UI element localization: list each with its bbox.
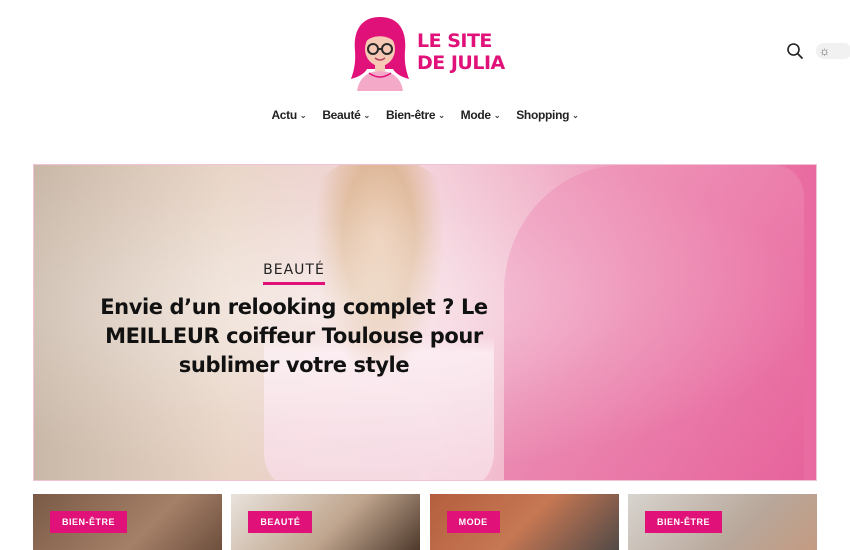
nav-item-beaute[interactable]: Beauté ⌄ xyxy=(322,108,370,122)
logo-wordmark: LE SITE DE JULIA xyxy=(417,30,505,74)
nav-item-actu[interactable]: Actu ⌄ xyxy=(271,108,306,122)
hero-title-line-2: MEILLEUR coiffeur Toulouse pour xyxy=(105,324,483,348)
chevron-down-icon: ⌄ xyxy=(572,110,579,120)
site-header: LE SITE DE JULIA ☼ Actu ⌄ Beauté ⌄ Bien-… xyxy=(0,0,850,140)
site-logo[interactable]: LE SITE DE JULIA xyxy=(349,12,509,92)
category-badge[interactable]: MODE xyxy=(446,511,500,533)
chevron-down-icon: ⌄ xyxy=(438,110,445,120)
nav-item-label: Mode xyxy=(460,108,491,122)
nav-item-label: Beauté xyxy=(322,108,361,122)
search-icon[interactable] xyxy=(786,42,804,60)
sun-icon: ☼ xyxy=(819,44,830,58)
hero-title[interactable]: Envie d’un relooking complet ? Le MEILLE… xyxy=(74,293,514,380)
article-cards: BIEN-ÊTRE BEAUTÉ MODE BIEN-ÊTRE xyxy=(33,494,817,550)
header-tools: ☼ xyxy=(786,42,850,60)
article-card[interactable]: BEAUTÉ xyxy=(231,494,421,550)
nav-item-label: Shopping xyxy=(516,108,570,122)
logo-line-1: LE SITE xyxy=(417,30,492,52)
theme-toggle[interactable]: ☼ xyxy=(816,43,850,59)
nav-item-bien-etre[interactable]: Bien-être ⌄ xyxy=(386,108,445,122)
category-badge[interactable]: BIEN-ÊTRE xyxy=(50,511,128,533)
nav-item-label: Actu xyxy=(271,108,297,122)
hero-content: BEAUTÉ Envie d’un relooking complet ? Le… xyxy=(74,261,514,380)
nav-item-label: Bien-être xyxy=(385,108,436,122)
featured-article[interactable]: BEAUTÉ Envie d’un relooking complet ? Le… xyxy=(33,164,817,481)
chevron-down-icon: ⌄ xyxy=(493,110,501,120)
nav-item-mode[interactable]: Mode ⌄ xyxy=(461,108,501,122)
avatar-logo-icon xyxy=(349,13,411,91)
article-card[interactable]: BIEN-ÊTRE xyxy=(627,494,817,550)
hero-title-line-1: Envie d’un relooking complet ? Le xyxy=(100,295,488,319)
hero-title-line-3: sublimer votre style xyxy=(178,353,410,377)
chevron-down-icon: ⌄ xyxy=(363,110,371,120)
main-nav: Actu ⌄ Beauté ⌄ Bien-être ⌄ Mode ⌄ Shopp… xyxy=(0,108,850,122)
category-badge[interactable]: BIEN-ÊTRE xyxy=(644,511,722,533)
logo-line-2: DE JULIA xyxy=(417,52,505,74)
chevron-down-icon: ⌄ xyxy=(299,110,307,120)
article-card[interactable]: BIEN-ÊTRE xyxy=(33,494,222,550)
category-badge[interactable]: BEAUTÉ xyxy=(248,511,313,533)
nav-item-shopping[interactable]: Shopping ⌄ xyxy=(516,108,579,122)
hero-category-link[interactable]: BEAUTÉ xyxy=(263,262,325,285)
article-card[interactable]: MODE xyxy=(429,494,619,550)
